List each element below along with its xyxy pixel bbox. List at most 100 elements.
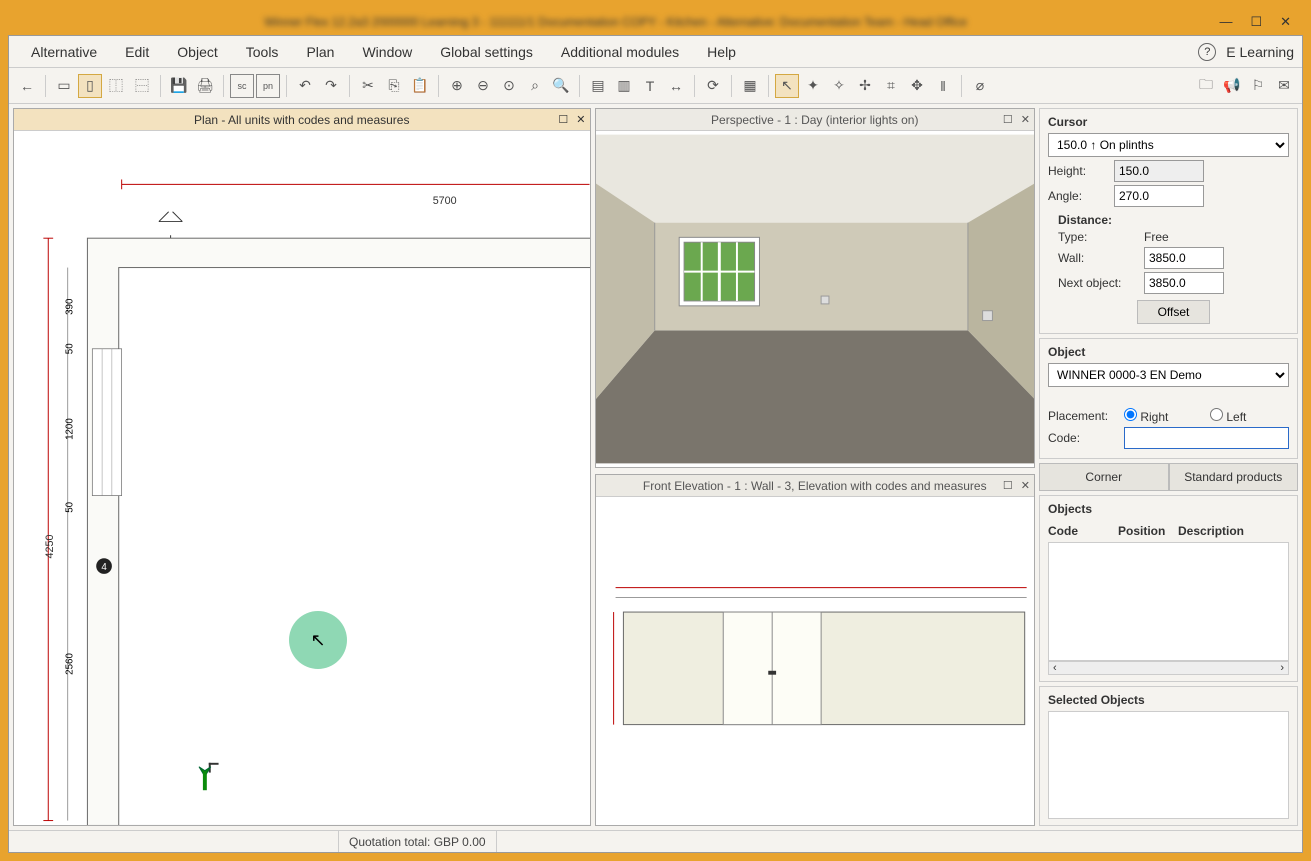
- tool-e-icon[interactable]: ✥: [905, 74, 929, 98]
- save-icon[interactable]: 💾: [167, 74, 191, 98]
- placement-right-radio[interactable]: Right: [1124, 408, 1184, 424]
- catalog-select[interactable]: WINNER 0000-3 EN Demo: [1048, 363, 1289, 387]
- elevation-pane-header[interactable]: Front Elevation - 1 : Wall - 3, Elevatio…: [596, 475, 1034, 497]
- cylinder-icon[interactable]: ⌀: [968, 74, 992, 98]
- copy-icon[interactable]: ⎘: [382, 74, 406, 98]
- pn-icon[interactable]: pn: [256, 74, 280, 98]
- wall-label: Wall:: [1058, 251, 1138, 265]
- doc-icon[interactable]: ▤: [586, 74, 610, 98]
- next-input[interactable]: [1144, 272, 1224, 294]
- menu-alternative[interactable]: Alternative: [17, 38, 111, 66]
- perspective-pane-header[interactable]: Perspective - 1 : Day (interior lights o…: [596, 109, 1034, 131]
- note-icon[interactable]: ▥: [612, 74, 636, 98]
- code-input[interactable]: [1124, 427, 1289, 449]
- angle-label: Angle:: [1048, 189, 1108, 203]
- plan-canvas[interactable]: 5700: [14, 131, 590, 825]
- wall-marker: 4: [101, 562, 107, 573]
- objects-scroll[interactable]: ‹›: [1048, 661, 1289, 675]
- svg-text:50: 50: [65, 343, 76, 354]
- back-icon[interactable]: ←: [15, 74, 39, 98]
- next-label: Next object:: [1058, 276, 1138, 290]
- menu-global-settings[interactable]: Global settings: [426, 38, 547, 66]
- persp-max-icon[interactable]: ☐: [1003, 113, 1013, 126]
- undo-icon[interactable]: ↶: [293, 74, 317, 98]
- menu-tools[interactable]: Tools: [232, 38, 293, 66]
- distance-title: Distance:: [1058, 213, 1289, 227]
- layout2-icon[interactable]: ▯: [78, 74, 102, 98]
- window-title: Winner Flex 12.2a3 2000000 Learning 3 - …: [12, 15, 1219, 29]
- offset-button[interactable]: Offset: [1137, 300, 1211, 324]
- elev-max-icon[interactable]: ☐: [1003, 479, 1013, 492]
- elevation-pane-title: Front Elevation - 1 : Wall - 3, Elevatio…: [643, 479, 987, 493]
- type-value: Free: [1144, 230, 1169, 244]
- wall-input[interactable]: [1144, 247, 1224, 269]
- elev-close-icon[interactable]: ✕: [1021, 479, 1030, 492]
- text-icon[interactable]: T: [638, 74, 662, 98]
- tab-standard-products[interactable]: Standard products: [1169, 463, 1299, 491]
- refresh-icon[interactable]: ⟳: [701, 74, 725, 98]
- object-title: Object: [1048, 345, 1289, 359]
- zoom-all-icon[interactable]: 🔍: [549, 74, 573, 98]
- menu-additional-modules[interactable]: Additional modules: [547, 38, 693, 66]
- dimension-icon[interactable]: ↔: [664, 74, 688, 98]
- announce-icon[interactable]: 📢: [1220, 74, 1244, 98]
- selected-objects-panel: Selected Objects: [1039, 686, 1298, 826]
- code-label: Code:: [1048, 431, 1118, 445]
- mouse-cursor-icon: ↖: [310, 630, 325, 651]
- col-description: Description: [1178, 524, 1244, 538]
- persp-close-icon[interactable]: ✕: [1021, 113, 1030, 126]
- mail-icon[interactable]: ✉: [1272, 74, 1296, 98]
- selected-list[interactable]: [1048, 711, 1289, 819]
- redo-icon[interactable]: ↷: [319, 74, 343, 98]
- col-code: Code: [1048, 524, 1118, 538]
- paste-icon[interactable]: 📋: [408, 74, 432, 98]
- angle-input[interactable]: [1114, 185, 1204, 207]
- zoom-fit-icon[interactable]: ⊙: [497, 74, 521, 98]
- cut-icon[interactable]: ✂: [356, 74, 380, 98]
- tool-d-icon[interactable]: ⌗: [879, 74, 903, 98]
- sc-icon[interactable]: sc: [230, 74, 254, 98]
- minimize-button[interactable]: —: [1219, 14, 1232, 30]
- layout4-icon[interactable]: ⿱: [130, 74, 154, 98]
- calc-icon[interactable]: ▦: [738, 74, 762, 98]
- menu-object[interactable]: Object: [163, 38, 231, 66]
- plan-pane-header[interactable]: Plan - All units with codes and measures…: [14, 109, 590, 131]
- main-toolbar: ← ▭ ▯ ⿰ ⿱ 💾 🖨 sc pn ↶ ↷ ✂ ⎘ 📋 ⊕ ⊖ ⊙ ⌕ 🔍: [9, 68, 1302, 104]
- perspective-canvas[interactable]: [596, 131, 1034, 467]
- svg-text:2560: 2560: [65, 653, 76, 675]
- layout1-icon[interactable]: ▭: [52, 74, 76, 98]
- title-bar: Winner Flex 12.2a3 2000000 Learning 3 - …: [8, 8, 1303, 35]
- svg-text:390: 390: [65, 298, 76, 315]
- folder-icon[interactable]: 🗀: [1194, 74, 1218, 98]
- cursor-mode-select[interactable]: 150.0 ↑ On plinths: [1048, 133, 1289, 157]
- zoom-out-icon[interactable]: ⊖: [471, 74, 495, 98]
- elevation-canvas[interactable]: [596, 497, 1034, 825]
- menu-edit[interactable]: Edit: [111, 38, 163, 66]
- print-icon[interactable]: 🖨: [193, 74, 217, 98]
- close-button[interactable]: ✕: [1280, 14, 1291, 30]
- zoom-region-icon[interactable]: ⌕: [523, 74, 547, 98]
- plan-pane-title: Plan - All units with codes and measures: [194, 113, 409, 127]
- menu-plan[interactable]: Plan: [292, 38, 348, 66]
- svg-text:1200: 1200: [65, 418, 76, 440]
- cursor-title: Cursor: [1048, 115, 1289, 129]
- zoom-in-icon[interactable]: ⊕: [445, 74, 469, 98]
- tool-c-icon[interactable]: ✢: [853, 74, 877, 98]
- objects-list[interactable]: [1048, 542, 1289, 661]
- tool-f-icon[interactable]: ‖: [931, 74, 955, 98]
- placement-left-radio[interactable]: Left: [1210, 408, 1270, 424]
- tab-corner[interactable]: Corner: [1039, 463, 1169, 491]
- menu-help[interactable]: Help: [693, 38, 750, 66]
- plan-close-icon[interactable]: ✕: [576, 113, 585, 126]
- e-learning-link[interactable]: E Learning: [1226, 44, 1294, 60]
- svg-text:50: 50: [65, 501, 76, 512]
- layout3-icon[interactable]: ⿰: [104, 74, 128, 98]
- menu-window[interactable]: Window: [348, 38, 426, 66]
- help-icon[interactable]: ?: [1198, 43, 1216, 61]
- flag-icon[interactable]: ⚐: [1246, 74, 1270, 98]
- cursor-icon[interactable]: ↖: [775, 74, 799, 98]
- tool-b-icon[interactable]: ✧: [827, 74, 851, 98]
- plan-max-icon[interactable]: ☐: [558, 113, 568, 126]
- tool-a-icon[interactable]: ✦: [801, 74, 825, 98]
- maximize-button[interactable]: ☐: [1250, 14, 1262, 30]
